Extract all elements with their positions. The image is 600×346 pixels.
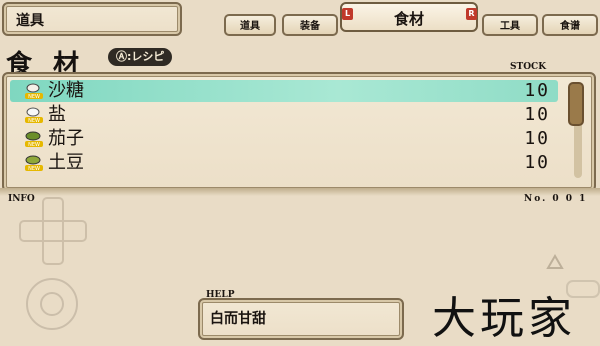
list-item[interactable]: NEW 沙糖 10 [10,80,558,102]
stock-header: STOCK [510,62,547,72]
help-text: 白而甘甜 [210,311,266,327]
list-item[interactable]: NEW 土豆 10 [10,152,558,174]
l-shoulder-icon: L [342,8,353,20]
svg-text:NEW: NEW [28,166,40,172]
item-number: No. 0 0 1 [524,194,588,204]
tab-ingredients-active[interactable]: 食材 [340,2,478,32]
salt-new-icon: NEW [25,107,43,124]
list-item[interactable]: NEW 盐 10 [10,104,558,126]
analog-stick-knob[interactable] [40,292,64,316]
section-divider [0,188,600,196]
svg-text:NEW: NEW [28,94,40,100]
eggplant-new-icon: NEW [25,131,43,148]
category-box: 道具 [2,2,182,36]
analog-stick[interactable] [26,278,78,330]
sugar-new-icon: NEW [25,83,43,100]
r-shoulder-icon: R [466,8,477,20]
svg-text:NEW: NEW [28,142,40,148]
recipe-hint-button[interactable]: Ⓐ:レシピ [108,48,173,66]
tab-equipment[interactable]: 装备 [282,14,338,36]
item-name: 沙糖 [48,80,84,101]
item-name: 盐 [48,104,66,125]
category-label: 道具 [16,13,44,29]
tab-tools[interactable]: 道具 [224,14,276,36]
item-name: 茄子 [48,128,84,149]
list-item[interactable]: NEW 茄子 10 [10,128,558,150]
item-list: NEW 沙糖 10 NEW 盐 10 NEW 茄子 10 NEW 土豆 10 [2,72,596,192]
dpad-icon[interactable] [18,196,88,266]
watermark-logo: 大玩家 [432,293,576,344]
triangle-button-icon[interactable] [546,254,564,270]
scrollbar-thumb[interactable] [568,82,584,126]
tab-recipes[interactable]: 食谱 [542,14,598,36]
item-qty: 10 [524,152,550,173]
item-qty: 10 [524,80,550,101]
svg-text:NEW: NEW [28,118,40,124]
active-tab-label: 食材 [393,10,424,28]
item-name: 土豆 [48,152,84,173]
potato-new-icon: NEW [25,155,43,172]
item-qty: 10 [524,104,550,125]
item-qty: 10 [524,128,550,149]
tab-utensils[interactable]: 工具 [482,14,538,36]
